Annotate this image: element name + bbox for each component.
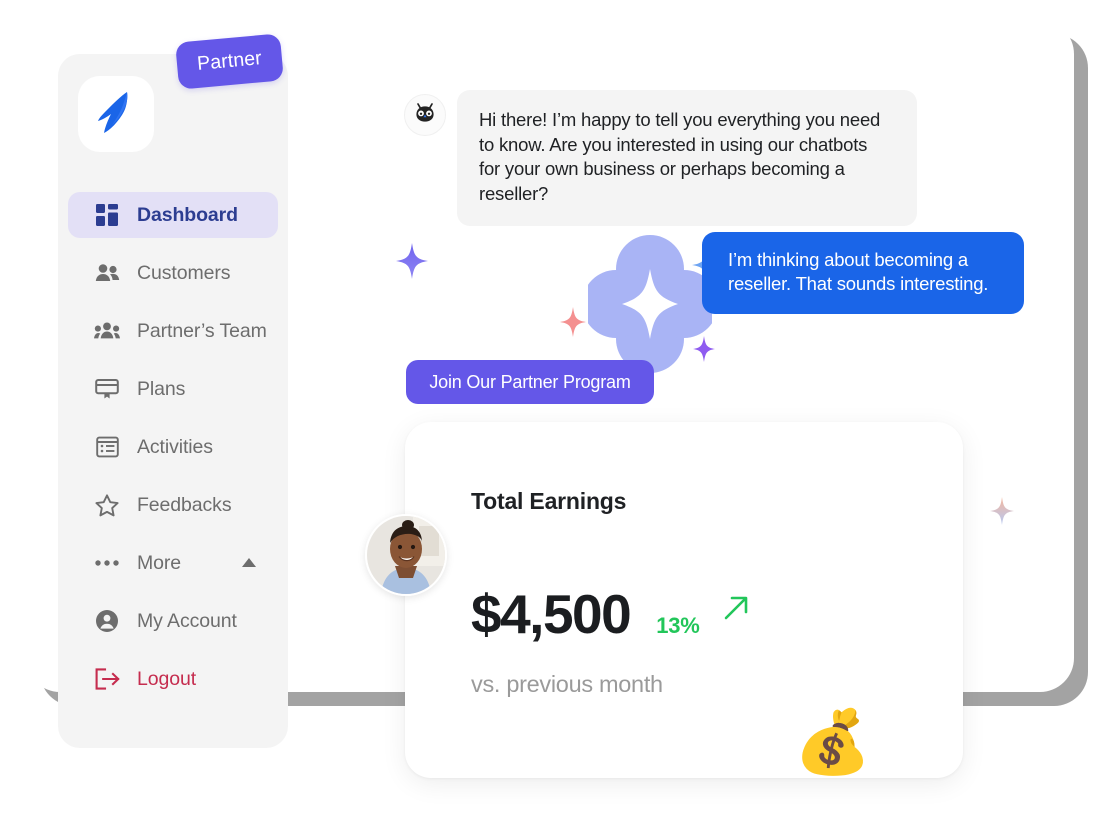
- user-circle-icon: [94, 608, 120, 634]
- sidebar-item-label: Plans: [137, 377, 186, 400]
- group-people-icon: [94, 318, 120, 344]
- bot-face-icon: [412, 100, 438, 131]
- chevron-up-icon[interactable]: [242, 554, 256, 572]
- ellipsis-icon: [94, 550, 120, 576]
- list-activities-icon: [94, 434, 120, 460]
- sidebar-item-plans[interactable]: Plans: [68, 366, 278, 412]
- sidebar-item-dashboard[interactable]: Dashboard: [68, 192, 278, 238]
- partner-badge-label: Partner: [196, 47, 263, 75]
- logout-arrow-icon: [94, 666, 120, 692]
- sidebar-item-label: Activities: [137, 435, 213, 458]
- chat-bubble-bot: Hi there! I’m happy to tell you everythi…: [457, 90, 917, 227]
- sidebar-item-customers[interactable]: Customers: [68, 250, 278, 296]
- sidebar-item-activities[interactable]: Activities: [68, 424, 278, 470]
- earnings-comparison-label: vs. previous month: [471, 671, 663, 697]
- sidebar-item-label: Dashboard: [137, 203, 238, 226]
- chat-bubble-user: I’m thinking about becoming a reseller. …: [702, 232, 1024, 315]
- money-bag-icon: 💰: [794, 708, 872, 777]
- sidebar-item-label: Feedbacks: [137, 493, 232, 516]
- join-partner-program-button[interactable]: Join Our Partner Program: [406, 360, 654, 404]
- sidebar-item-label: Customers: [137, 261, 231, 284]
- earnings-title: Total Earnings: [471, 488, 627, 514]
- sidebar-item-my-account[interactable]: My Account: [68, 598, 278, 644]
- sidebar-item-logout[interactable]: Logout: [68, 656, 278, 702]
- app-logo-tile[interactable]: [78, 76, 154, 152]
- monitor-plans-icon: [94, 376, 120, 402]
- two-people-icon: [94, 260, 120, 286]
- arrow-up-right-icon: [722, 594, 750, 627]
- sidebar: Dashboard Customers Partner’s Team Plans…: [58, 54, 288, 748]
- bot-message-text: Hi there! I’m happy to tell you everythi…: [479, 109, 881, 204]
- bot-avatar: [404, 94, 446, 136]
- sidebar-item-label: Partner’s Team: [137, 319, 267, 342]
- sidebar-item-label: More: [137, 551, 182, 574]
- sidebar-nav: Dashboard Customers Partner’s Team Plans…: [58, 192, 288, 702]
- user-message-text: I’m thinking about becoming a reseller. …: [728, 249, 989, 295]
- grid-dashboard-icon: [94, 202, 120, 228]
- sidebar-item-partners-team[interactable]: Partner’s Team: [68, 308, 278, 354]
- sidebar-item-feedbacks[interactable]: Feedbacks: [68, 482, 278, 528]
- avatar: [365, 514, 447, 596]
- earnings-value-row: $4,500 13%: [471, 587, 750, 642]
- sidebar-item-label: My Account: [137, 609, 237, 632]
- star-outline-icon: [94, 492, 120, 518]
- earnings-amount: $4,500: [471, 583, 632, 645]
- total-earnings-card: Total Earnings $4,500 13% vs. previous m…: [405, 422, 963, 778]
- earnings-delta-percent: 13%: [656, 613, 700, 638]
- penguin-logo-icon: [94, 89, 138, 140]
- sidebar-item-label: Logout: [137, 667, 197, 690]
- screenshot-root: Dashboard Customers Partner’s Team Plans…: [0, 0, 1101, 820]
- partner-badge[interactable]: Partner: [175, 33, 284, 90]
- sidebar-item-more[interactable]: More: [68, 540, 278, 586]
